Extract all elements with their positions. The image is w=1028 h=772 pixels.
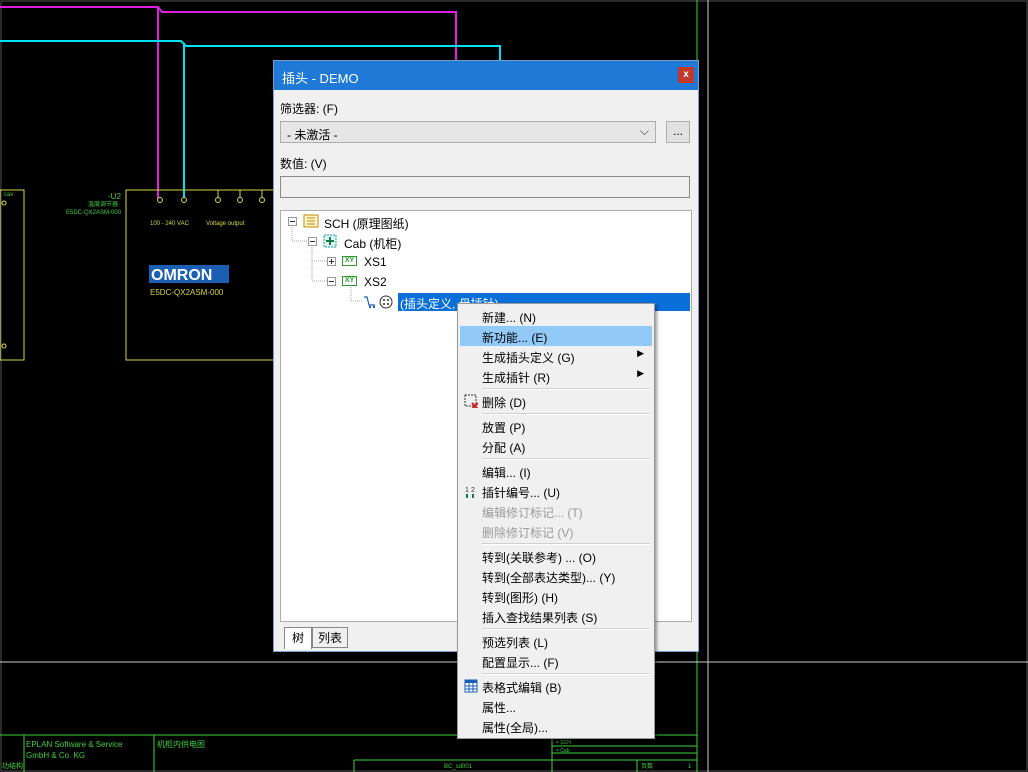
filter-more-button[interactable]: ... [666,121,690,143]
connector-xy-icon: XY [342,256,357,266]
menu-item-new-function[interactable]: 新功能... (E) [460,326,652,346]
menu-item-delete-revision-marks: 删除修订标记 (V) [482,526,574,540]
title-location: + Cab [556,748,570,754]
submenu-arrow-icon: ▶ [637,348,644,358]
pin-numbering-icon: 12 [465,487,475,498]
menu-item-goto-all-representations[interactable]: 转到(全部表达类型)... (Y) [460,566,652,586]
menu-separator [482,388,650,390]
female-pin-icon [379,295,393,309]
menu-item-properties[interactable]: 属性... [460,696,652,716]
company-line1: EPLAN Software & Service [26,740,123,749]
collapse-toggle[interactable] [327,277,336,286]
close-button[interactable]: x [678,67,694,83]
submenu-arrow-icon: ▶ [637,368,644,378]
menu-separator [482,673,650,675]
filter-select[interactable]: - 未激活 - ⌵ [280,121,656,143]
left-device-box [0,189,25,361]
delete-icon [464,394,478,408]
connector-definition-icon [364,296,376,309]
title-function: = SCH [556,740,571,746]
schematic-folder-icon [303,214,319,228]
menu-item-assign[interactable]: 分配 (A) [460,436,652,456]
menu-item-goto-graphic[interactable]: 转到(图形) (H) [460,586,652,606]
menu-item-insert-search-results[interactable]: 插入查找结果列表 (S) [460,606,652,626]
wire-magenta [0,6,457,60]
menu-item-generate-pins[interactable]: 生成插针 (R) ▶ [460,366,652,386]
menu-item-preselection-list[interactable]: 预选列表 (L) [460,631,652,651]
dialog-title: 插头 - DEMO [282,71,359,86]
menu-item-delete[interactable]: 删除 (D) [460,391,652,411]
menu-item-pin-numbering[interactable]: 12 插针编号... (U) [460,481,652,501]
dialog-titlebar[interactable]: 插头 - DEMO x [274,61,698,90]
tab-tree[interactable]: 树 [284,627,312,649]
menu-separator [482,543,650,545]
menu-item-goto-cross-reference[interactable]: 转到(关联参考) ... (O) [460,546,652,566]
value-label: 数值: (V) [280,157,327,171]
tree-node-xs2[interactable]: XS2 [364,275,387,289]
table-icon [464,679,478,693]
svg-text:2: 2 [471,487,475,494]
collapse-toggle[interactable] [308,237,317,246]
brand-logo: OMRON [151,267,212,284]
menu-item-generate-connector-definition[interactable]: 生成插头定义 (G) ▶ [460,346,652,366]
title-sheet-label: 页数 [641,762,653,770]
cabinet-icon [323,234,337,248]
filter-label: 筛选器: (F) [280,102,338,116]
menu-item-configure-display[interactable]: 配置显示... (F) [460,651,652,671]
menu-item-new[interactable]: 新建... (N) [460,306,652,326]
menu-item-edit[interactable]: 编辑... (I) [460,461,652,481]
filter-value: - 未激活 - [287,128,338,142]
tree-node-cab[interactable]: Cab (机柜) [344,235,401,252]
supply-label: 100 - 240 VAC [150,221,190,227]
menu-item-edit-revision-marks: 编辑修订标记... (T) [482,506,583,520]
connector-xy-icon: XY [342,276,357,286]
menu-separator [482,628,650,630]
device-part: E5DC-QX2ASM-000 [66,210,122,216]
menu-separator [482,458,650,460]
title-sheet-num: 1 [688,764,692,770]
menu-separator [482,413,650,415]
chevron-down-icon: ⌵ [639,124,649,138]
menu-item-properties-global[interactable]: 属性(全局)... [460,716,652,736]
company-line2: GmbH & Co. KG [26,751,85,760]
collapse-toggle[interactable] [288,217,297,226]
menu-item-place[interactable]: 放置 (P) [460,416,652,436]
value-field[interactable] [280,176,690,198]
title-left-label: 功结构 [2,761,23,770]
drawing-title: 机柜内供电图 [157,739,205,749]
wire-cyan [0,40,501,60]
tree-node-xs1[interactable]: XS1 [364,255,387,269]
context-menu: 新建... (N) 新功能... (E) 生成插头定义 (G) ▶ 生成插针 (R… [457,303,655,739]
title-page-ref: BC_sd001 [444,764,473,770]
expand-toggle[interactable] [327,257,336,266]
left-device-label: cav [4,192,13,198]
svg-text:1: 1 [465,487,469,494]
output-label: Voltage output [206,221,245,227]
device-tag: -U2 [108,192,121,201]
tab-list[interactable]: 列表 [312,627,348,648]
menu-item-table-edit[interactable]: 表格式编辑 (B) [460,676,652,696]
tree-node-sch[interactable]: SCH (原理图纸) [324,215,409,232]
device-desc: 温度调节器 [88,200,118,208]
brand-part: E5DC-QX2ASM-000 [150,288,224,297]
